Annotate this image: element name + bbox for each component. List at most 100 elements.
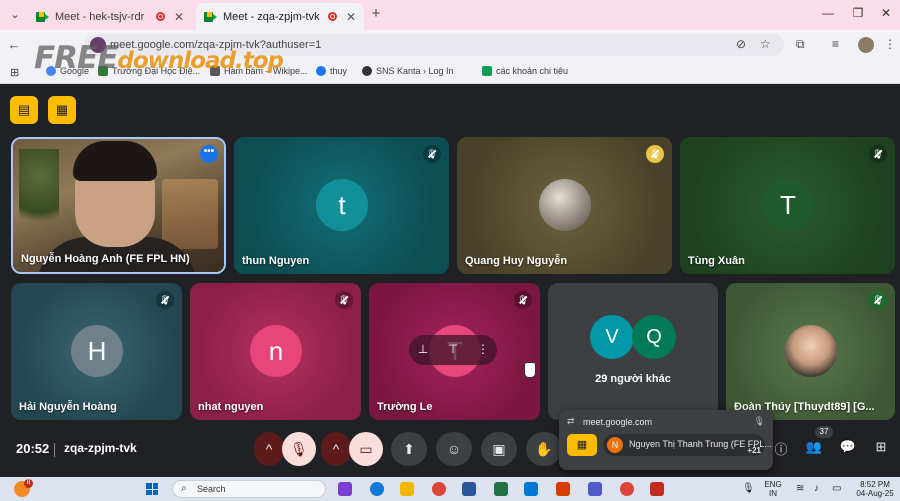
pin-icon[interactable]: ⊥ [415, 342, 431, 356]
more-speakers-count: +21 [747, 446, 761, 455]
mic-tray-icon[interactable]: 🎙 [742, 483, 755, 494]
camera-blocked-icon[interactable]: ⊘ [736, 37, 746, 51]
watermark-logo: FREEdownload.top [34, 40, 284, 76]
mic-toggle-button[interactable]: 🎙 [282, 432, 316, 466]
meet-logo-icon [204, 11, 217, 22]
participant-tile-video[interactable]: ••• Nguyễn Hoàng Anh (FE FPL HN) [11, 137, 226, 274]
edge-icon[interactable] [370, 482, 384, 496]
participant-tile[interactable]: 🎙 T ⊥ ⊤ ⋮ Trường Le [369, 283, 540, 420]
wifi-icon[interactable]: ≋ [796, 483, 804, 494]
profile-avatar[interactable] [858, 37, 874, 53]
mic-icon: 🎙 [753, 416, 765, 426]
windows-taskbar: 8 ⌕ Search 🎙 ENG IN ≋ ♪ ▭ 8:52 PM 04-Aug-2… [0, 477, 900, 501]
language-indicator[interactable]: ENG IN [762, 480, 784, 498]
back-icon[interactable]: ← [6, 37, 22, 52]
participant-name: thun Nguyen [242, 255, 310, 267]
search-icon: ⌕ [181, 483, 187, 494]
chrome-profile-icon[interactable] [620, 482, 634, 496]
participant-tile[interactable]: 🎙 t thun Nguyen [234, 137, 449, 274]
bookmark-star-icon[interactable]: ☆ [760, 37, 771, 51]
recording-icon [155, 12, 165, 21]
speaker-avatar: N [607, 437, 623, 453]
participant-tile[interactable]: 🎙 Đoàn Thúy [Thuydt89] [G... [726, 283, 895, 420]
mic-off-icon: 🎙 [335, 291, 353, 309]
activities-icon[interactable]: ⊞ [870, 439, 892, 459]
new-tab-icon[interactable]: + [368, 5, 384, 22]
settings-icon[interactable]: ⇄ [567, 416, 575, 427]
participant-avatar: H [71, 325, 123, 377]
plant-decor [19, 149, 59, 239]
restore-icon[interactable]: ❐ [850, 6, 866, 20]
excel-icon[interactable] [494, 482, 508, 496]
menu-icon[interactable]: ⋮ [884, 37, 896, 51]
task-view-icon[interactable] [338, 482, 352, 496]
captions-off-icon[interactable]: ▤ [10, 96, 38, 124]
facebook-icon [316, 66, 326, 76]
app-icon[interactable] [650, 482, 664, 496]
sheets-icon [482, 66, 492, 76]
taskbar-clock[interactable]: 8:52 PM 04-Aug-25 [854, 480, 896, 498]
camera-toggle-button[interactable]: ▭ [349, 432, 383, 466]
participant-name: Nguyễn Hoàng Anh (FE FPL HN) [21, 253, 190, 265]
mic-off-icon: 🎙 [869, 291, 887, 309]
start-icon[interactable] [146, 483, 158, 495]
taskbar-search[interactable]: ⌕ Search [172, 480, 326, 498]
unpin-icon[interactable]: ⊤ [445, 342, 461, 356]
speaker-row[interactable]: N Nguyen Thị Thanh Trung (FE FPL... +21 [603, 434, 772, 456]
media-control-icon[interactable]: ≡ [832, 37, 839, 51]
bookmark-sns-kanta[interactable]: SNS Kanta › Log In [362, 66, 454, 76]
tab-search-icon[interactable]: ⌄ [6, 6, 24, 24]
participant-tile[interactable]: 🎙 n nhat nguyen [190, 283, 361, 420]
raise-hand-button[interactable]: ✋ [526, 432, 562, 466]
battery-icon[interactable]: ▭ [832, 483, 841, 494]
people-icon[interactable]: 👥 [803, 439, 825, 459]
close-tab-icon[interactable]: ✕ [346, 10, 356, 24]
participant-name: Trường Le [377, 401, 433, 413]
participant-tile[interactable]: 🎙 Quang Huy Nguyễn [457, 137, 672, 274]
search-placeholder: Search [197, 484, 226, 494]
volume-icon[interactable]: ♪ [814, 483, 819, 494]
participant-tile[interactable]: 🎙 T Tùng Xuân [680, 137, 895, 274]
mic-off-icon: 🎙 [646, 145, 664, 163]
video-settings-button[interactable]: ^ [321, 432, 351, 466]
emoji-button[interactable]: ☺ [436, 432, 472, 466]
bookmark-thuy[interactable]: thuy [316, 66, 347, 76]
app-icon[interactable] [556, 482, 570, 496]
chat-icon[interactable]: 💬 [837, 439, 859, 459]
person-hair [73, 141, 157, 181]
meeting-code: zqa-zpjm-tvk [64, 441, 137, 455]
present-button[interactable]: ⬆ [391, 432, 427, 466]
close-window-icon[interactable]: ✕ [878, 6, 894, 20]
companion-mode-icon[interactable]: ▦ [48, 96, 76, 124]
extensions-icon[interactable]: ⧉ [796, 37, 805, 52]
participant-name: Quang Huy Nguyễn [465, 255, 568, 267]
participant-tile[interactable]: 🎙 H Hải Nguyễn Hoàng [11, 283, 182, 420]
participant-tile-others[interactable]: V Q 29 người khác [548, 283, 718, 420]
pip-popup[interactable]: ⇄ meet.google.com 🎙 ▦ N Nguyen Thị Thanh… [559, 410, 773, 470]
tab-meet-2[interactable]: Meet - zqa-zpjm-tvk ✕ [196, 3, 364, 30]
info-icon[interactable]: ⓘ [770, 439, 792, 459]
participant-avatar: T [762, 179, 814, 231]
vscode-icon[interactable] [524, 482, 538, 496]
tab-meet-1[interactable]: Meet - hek-tsjv-rdr ✕ [28, 3, 192, 30]
companion-mode-icon[interactable]: ▦ [567, 434, 597, 456]
tile-hover-controls: ⊥ ⊤ ⋮ [409, 335, 497, 365]
audio-settings-button[interactable]: ^ [254, 432, 284, 466]
file-explorer-icon[interactable] [400, 482, 414, 496]
notification-badge: 8 [24, 479, 33, 488]
participant-photo [785, 325, 837, 377]
chrome-icon[interactable] [432, 482, 446, 496]
captions-button[interactable]: ▣ [481, 432, 517, 466]
participant-avatar: V [590, 315, 634, 359]
bookmark-expenses[interactable]: các khoản chi tiêu [482, 66, 568, 76]
close-tab-icon[interactable]: ✕ [174, 10, 184, 24]
others-count: 29 người khác [595, 373, 671, 385]
word-icon[interactable] [462, 482, 476, 496]
participant-name: Tùng Xuân [688, 255, 745, 267]
more-options-icon[interactable]: ••• [200, 145, 218, 163]
teams-icon[interactable] [588, 482, 602, 496]
more-options-icon[interactable]: ⋮ [475, 342, 491, 356]
mic-off-icon: 🎙 [514, 291, 532, 309]
apps-grid-icon[interactable]: ⊞ [10, 66, 19, 79]
minimize-icon[interactable]: — [820, 6, 836, 20]
